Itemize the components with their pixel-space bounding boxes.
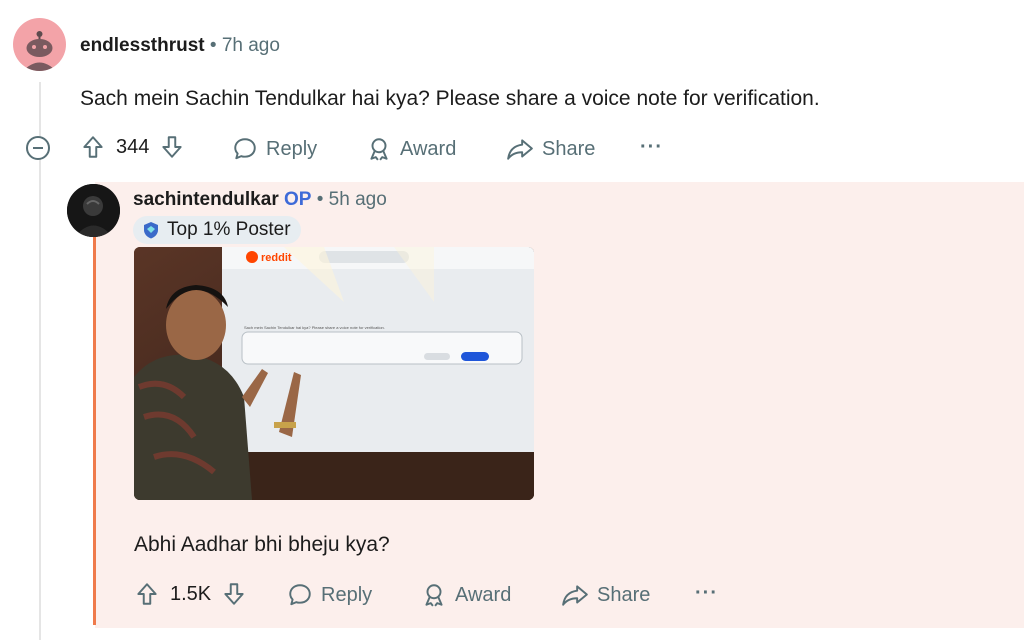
minus-icon — [33, 147, 43, 149]
more-options-button[interactable]: ··· — [695, 582, 718, 605]
upvote-icon[interactable] — [134, 581, 160, 607]
comment-bubble-icon — [234, 138, 256, 160]
upvote-icon[interactable] — [80, 134, 106, 160]
screen-comment-text: Sach mein Sachin Tendulkar hai kya? Plea… — [244, 325, 385, 330]
profile-photo-icon — [67, 184, 120, 237]
avatar[interactable] — [67, 184, 120, 237]
screen-reddit-logo: reddit — [261, 252, 292, 264]
share-icon — [507, 139, 533, 160]
award-button[interactable]: Award — [366, 136, 456, 162]
reply-username[interactable]: sachintendulkar — [133, 189, 279, 210]
op-badge: OP — [284, 189, 312, 210]
collapse-thread-button[interactable] — [26, 136, 50, 160]
vote-controls: 344 — [80, 134, 185, 160]
reply-button[interactable]: Reply — [287, 582, 372, 608]
reply-body: Abhi Aadhar bhi bheju kya? — [134, 533, 390, 556]
meta-separator: • — [316, 189, 324, 210]
op-indicator-bar — [93, 235, 96, 625]
vote-count: 1.5K — [170, 582, 212, 605]
attached-photo[interactable]: reddit Sach mein Sachin Tendulkar hai ky… — [134, 247, 534, 500]
share-button[interactable]: Share — [561, 582, 650, 608]
snoo-avatar-icon — [23, 31, 56, 71]
meta-separator: • — [209, 35, 217, 56]
sachin-screen-photo: reddit Sach mein Sachin Tendulkar hai ky… — [134, 247, 534, 500]
downvote-icon[interactable] — [159, 134, 185, 160]
reply-button[interactable]: Reply — [232, 136, 317, 162]
reply-meta: sachintendulkar OP • 5h ago — [133, 189, 387, 211]
more-options-button[interactable]: ··· — [640, 136, 663, 159]
reply-time[interactable]: 5h ago — [329, 189, 387, 210]
downvote-icon[interactable] — [221, 581, 247, 607]
award-icon — [425, 584, 443, 607]
vote-controls: 1.5K — [134, 581, 247, 607]
share-label: Share — [542, 137, 596, 160]
flair-label: Top 1% Poster — [167, 219, 291, 240]
share-button[interactable]: Share — [506, 136, 595, 162]
award-icon — [370, 138, 388, 161]
award-label: Award — [455, 583, 512, 606]
user-flair: Top 1% Poster — [133, 216, 301, 244]
award-button[interactable]: Award — [421, 582, 511, 608]
thread-line — [39, 82, 41, 640]
comment-meta: endlessthrust • 7h ago — [80, 35, 280, 57]
avatar[interactable] — [13, 18, 66, 71]
award-label: Award — [400, 137, 457, 160]
reply-label: Reply — [321, 583, 373, 606]
comment-bubble-icon — [289, 584, 311, 606]
vote-count: 344 — [116, 135, 150, 158]
share-icon — [562, 585, 588, 606]
reply-label: Reply — [266, 137, 318, 160]
top-poster-icon — [144, 222, 158, 239]
comment-time[interactable]: 7h ago — [222, 35, 280, 56]
comment-body: Sach mein Sachin Tendulkar hai kya? Plea… — [80, 87, 820, 110]
comment-username[interactable]: endlessthrust — [80, 35, 205, 56]
share-label: Share — [597, 583, 651, 606]
